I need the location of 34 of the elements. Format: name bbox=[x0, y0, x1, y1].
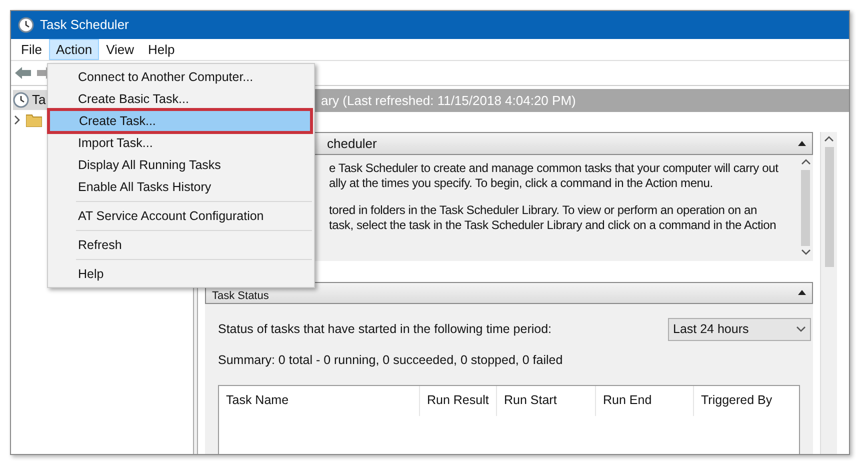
period-label: Status of tasks that have started in the following time period: bbox=[218, 321, 552, 338]
summary-text: Summary: 0 total - 0 running, 0 succeeded, 0 stopped, 0 failed bbox=[218, 352, 564, 369]
menu-item[interactable]: Enable All Tasks History bbox=[48, 176, 314, 198]
description-text: task, select the task in the Task Scheduler Library and click on a command in the Action bbox=[329, 218, 778, 233]
column-header[interactable]: Run Start bbox=[497, 386, 596, 416]
scroll-thumb[interactable] bbox=[801, 170, 810, 246]
description-text: e Task Scheduler to create and manage common tasks that your computer will carry out bbox=[329, 161, 780, 176]
window-title: Task Scheduler bbox=[40, 16, 129, 34]
description-text: tored in folders in the Task Scheduler Library. To view or perform an operation on an bbox=[329, 203, 758, 218]
column-header[interactable]: Task Name bbox=[219, 386, 420, 416]
collapse-icon[interactable] bbox=[798, 290, 806, 295]
menu-item[interactable]: AT Service Account Configuration bbox=[48, 205, 314, 227]
app-icon bbox=[18, 17, 34, 33]
section-title: cheduler bbox=[327, 134, 377, 153]
menu-item[interactable]: View bbox=[99, 39, 142, 60]
menu-item[interactable]: Display All Running Tasks bbox=[48, 154, 314, 176]
column-header[interactable]: Triggered By bbox=[694, 386, 799, 416]
menu-item[interactable]: File bbox=[14, 39, 49, 60]
menu-item[interactable]: Action bbox=[48, 39, 100, 60]
period-dropdown[interactable]: Last 24 hours bbox=[668, 318, 811, 341]
column-header[interactable]: Run End bbox=[596, 386, 694, 416]
menu-item[interactable]: Help bbox=[48, 263, 314, 285]
scroll-thumb[interactable] bbox=[824, 147, 834, 267]
menu-item[interactable]: Help bbox=[141, 39, 182, 60]
menu-item[interactable]: Refresh bbox=[48, 234, 314, 256]
section-title: Task Status bbox=[212, 291, 269, 302]
menu-item[interactable]: Create Task... bbox=[49, 110, 311, 132]
status-section-header[interactable]: Task Status bbox=[205, 282, 813, 304]
description-text: ally at the times you specify. To begin, click a command in the Action menu. bbox=[329, 176, 714, 191]
collapse-icon[interactable] bbox=[798, 141, 806, 146]
back-icon[interactable] bbox=[14, 66, 32, 80]
menu-item[interactable]: Connect to Another Computer... bbox=[48, 66, 314, 88]
scrollbar[interactable] bbox=[820, 132, 837, 454]
column-header[interactable]: Run Result bbox=[420, 386, 497, 416]
